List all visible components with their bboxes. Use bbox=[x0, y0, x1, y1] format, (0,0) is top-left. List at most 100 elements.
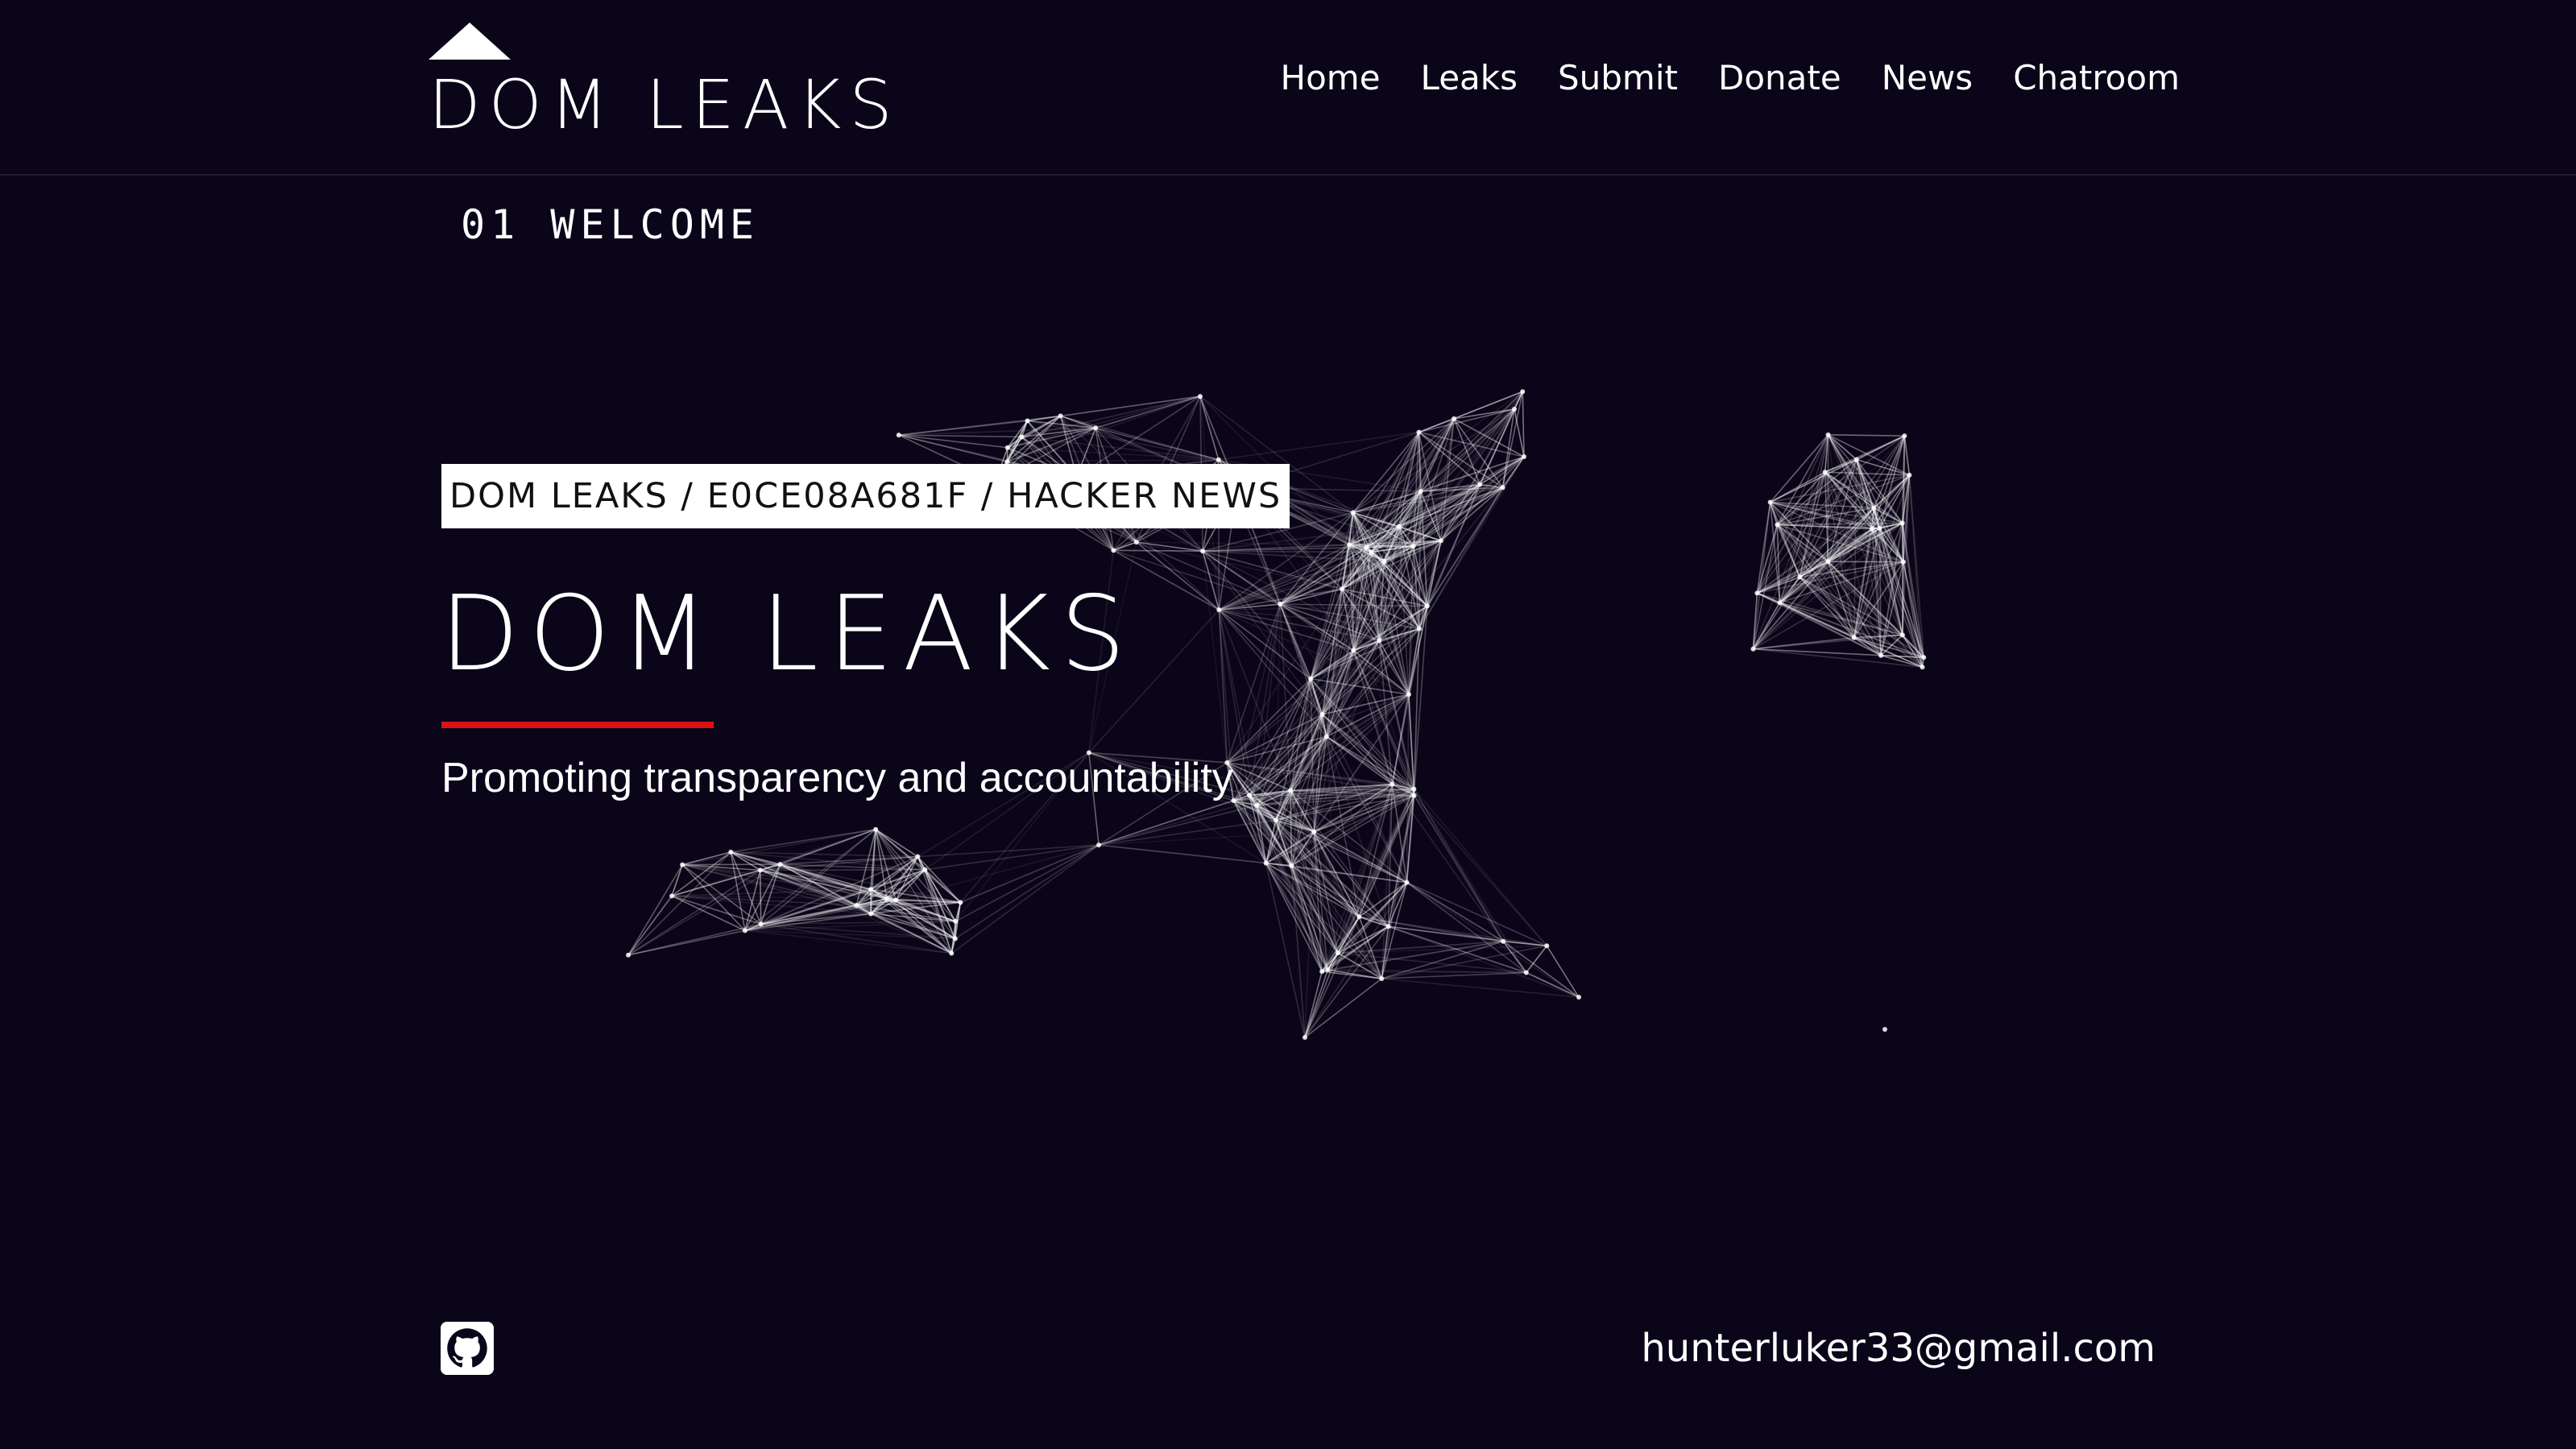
network-link bbox=[1313, 788, 1414, 833]
network-node bbox=[1523, 970, 1529, 975]
network-link bbox=[1413, 795, 1547, 946]
network-link bbox=[1249, 640, 1380, 796]
network-link bbox=[681, 863, 762, 925]
network-link bbox=[1341, 547, 1367, 590]
network-link bbox=[1021, 427, 1096, 438]
network-link bbox=[895, 900, 956, 940]
network-link bbox=[1136, 541, 1350, 546]
network-link bbox=[1903, 436, 1906, 562]
network-link bbox=[870, 856, 918, 914]
network-link bbox=[1776, 471, 1826, 526]
network-link bbox=[1280, 603, 1420, 630]
network-link bbox=[1352, 561, 1385, 651]
network-link bbox=[744, 929, 955, 940]
network-node bbox=[1216, 457, 1221, 462]
network-node bbox=[1902, 433, 1907, 439]
network-link bbox=[1391, 784, 1408, 883]
network-link bbox=[671, 895, 872, 915]
network-link bbox=[1279, 540, 1442, 605]
network-link bbox=[1290, 865, 1360, 917]
network-link bbox=[744, 899, 897, 932]
network-link bbox=[780, 855, 918, 865]
network-link bbox=[1418, 431, 1525, 457]
network-node bbox=[758, 921, 764, 927]
network-link bbox=[1413, 628, 1420, 796]
nav-leaks[interactable]: Leaks bbox=[1421, 58, 1518, 98]
network-link bbox=[1824, 435, 1905, 473]
network-link bbox=[627, 851, 731, 956]
network-link bbox=[1440, 456, 1525, 541]
nav-news[interactable]: News bbox=[1882, 58, 1973, 98]
network-link bbox=[1366, 540, 1441, 549]
network-link bbox=[1290, 788, 1414, 867]
network-link bbox=[1321, 526, 1400, 715]
network-link bbox=[1290, 865, 1382, 979]
network-link bbox=[1398, 525, 1442, 541]
network-link bbox=[1275, 819, 1293, 867]
logo-link[interactable]: DOM LEAKS bbox=[429, 23, 912, 143]
network-link bbox=[1249, 783, 1393, 797]
network-link bbox=[1406, 881, 1547, 946]
network-link bbox=[1279, 603, 1354, 652]
network-node bbox=[1477, 482, 1483, 487]
network-link bbox=[671, 869, 761, 897]
network-link bbox=[1218, 431, 1419, 461]
network-link bbox=[1310, 552, 1373, 680]
network-link bbox=[1327, 952, 1339, 971]
network-link bbox=[895, 899, 956, 922]
network-link bbox=[1383, 561, 1410, 695]
network-link bbox=[1398, 456, 1525, 528]
network-link bbox=[1006, 415, 1062, 462]
network-node bbox=[1871, 505, 1877, 511]
network-link bbox=[672, 895, 857, 906]
network-node bbox=[1825, 432, 1831, 437]
network-link bbox=[1352, 483, 1481, 514]
network-link bbox=[671, 851, 731, 896]
network-link bbox=[1202, 551, 1228, 763]
network-link bbox=[1348, 483, 1481, 546]
nav-submit[interactable]: Submit bbox=[1558, 58, 1678, 98]
network-link bbox=[681, 863, 872, 915]
network-link bbox=[1378, 640, 1394, 785]
network-link bbox=[1752, 522, 1903, 650]
network-link bbox=[1290, 790, 1323, 972]
network-link bbox=[1378, 561, 1385, 641]
network-link bbox=[1256, 805, 1315, 833]
email-link[interactable]: hunterluker33@gmail.com bbox=[1641, 1326, 2156, 1371]
network-link bbox=[1348, 432, 1420, 545]
network-link bbox=[1871, 522, 1903, 530]
network-link bbox=[760, 901, 961, 925]
network-link bbox=[760, 828, 876, 871]
network-link bbox=[1341, 589, 1394, 785]
network-link bbox=[1352, 484, 1481, 651]
network-link bbox=[744, 929, 952, 954]
network-link bbox=[855, 855, 918, 906]
network-link bbox=[1856, 459, 1925, 658]
network-link bbox=[1769, 502, 1801, 578]
network-link bbox=[1326, 547, 1368, 737]
network-link bbox=[1776, 524, 1781, 603]
network-link bbox=[1856, 459, 1881, 529]
network-link bbox=[1290, 714, 1323, 791]
network-link bbox=[780, 863, 961, 904]
github-link[interactable] bbox=[441, 1322, 494, 1375]
network-link bbox=[1095, 427, 1220, 461]
nav-donate[interactable]: Donate bbox=[1718, 58, 1841, 98]
network-node bbox=[1093, 425, 1099, 431]
network-link bbox=[1113, 549, 1203, 553]
network-link bbox=[1279, 603, 1327, 737]
network-link bbox=[760, 829, 876, 925]
network-node bbox=[1325, 967, 1331, 973]
network-node bbox=[1900, 559, 1906, 565]
network-link bbox=[1027, 420, 1219, 461]
network-link bbox=[1265, 862, 1292, 867]
network-link bbox=[1321, 789, 1415, 972]
network-link bbox=[1352, 650, 1394, 785]
network-link bbox=[1827, 434, 1903, 524]
nav-home[interactable]: Home bbox=[1281, 58, 1381, 98]
network-link bbox=[1824, 434, 1829, 473]
network-link bbox=[1218, 609, 1311, 680]
network-link bbox=[1249, 794, 1329, 971]
nav-chatroom[interactable]: Chatroom bbox=[2013, 58, 2180, 98]
network-link bbox=[960, 844, 1100, 904]
